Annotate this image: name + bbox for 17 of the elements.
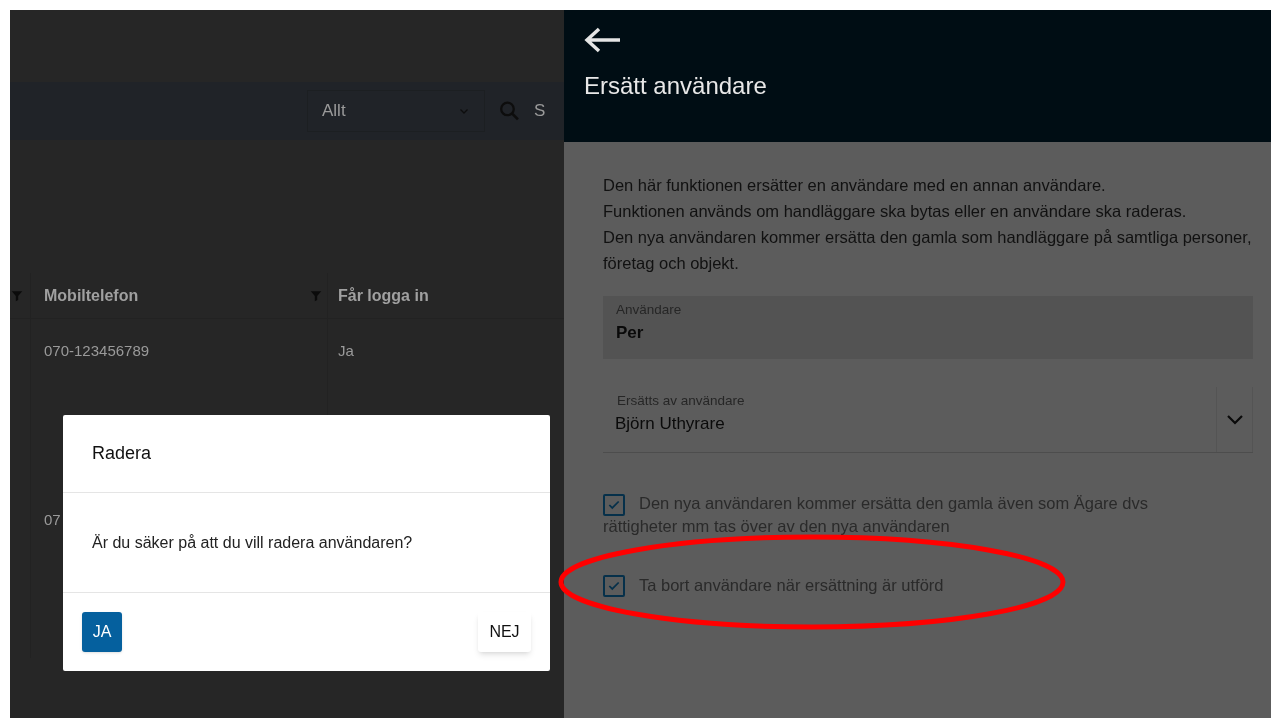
filter-select[interactable]: Allt (307, 89, 485, 132)
filter-icon[interactable] (309, 288, 323, 303)
checkbox[interactable] (603, 493, 625, 516)
table-cell-text: 07 (44, 510, 61, 531)
chevron-down-icon (1225, 413, 1244, 426)
table-cell-text: 070-123456789 (44, 340, 150, 361)
column-header: Mobiltelefon (30, 273, 327, 319)
search-field[interactable]: S (534, 97, 564, 124)
filter-icon[interactable] (10, 288, 24, 303)
dialog-message: Är du säker på att du vill radera användaren? (92, 532, 413, 553)
table-cell-text: Ja (338, 340, 354, 361)
dialog-title: Radera (92, 442, 152, 465)
description-text: Den här funktionen ersätter en användare med en annan användare. Funktionen används om handläggare ska bytas eller en användare ska raderas. Den nya användaren kommer ersätta den gamla som handläggare på samtliga personer, företag och objekt. (603, 175, 1253, 274)
panel-title: Ersätt användare (584, 71, 768, 101)
yes-button[interactable]: JA (82, 612, 122, 652)
checkbox[interactable] (603, 575, 625, 598)
no-button[interactable]: NEJ (478, 612, 531, 652)
